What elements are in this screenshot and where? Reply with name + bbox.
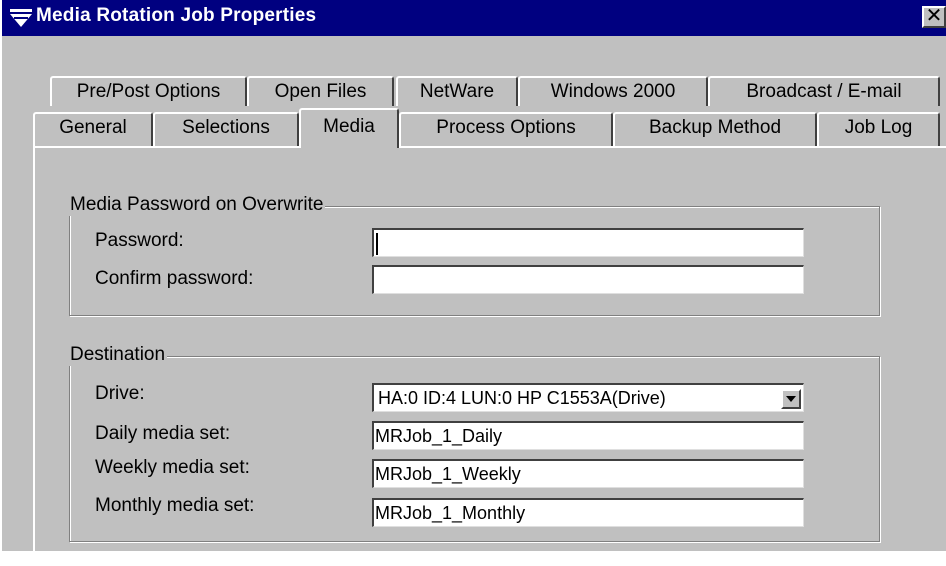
- tab-netware[interactable]: NetWare: [396, 76, 518, 106]
- tab-process-options[interactable]: Process Options: [399, 112, 613, 146]
- tab-label: Selections: [182, 117, 270, 138]
- chevron-down-icon: [786, 396, 796, 402]
- password-input[interactable]: [372, 228, 804, 257]
- close-button[interactable]: ✕: [922, 6, 946, 28]
- monthly-media-set-value: MRJob_1_Monthly: [375, 503, 526, 523]
- tab-label: Media: [323, 116, 375, 137]
- drive-select-value: HA:0 ID:4 LUN:0 HP C1553A(Drive): [378, 388, 666, 408]
- tab-label: General: [59, 117, 127, 138]
- tab-label: Backup Method: [648, 117, 782, 138]
- text-caret: [376, 233, 378, 255]
- password-label: Password:: [95, 230, 184, 251]
- weekly-media-set-label: Weekly media set:: [95, 457, 250, 478]
- weekly-media-set-value: MRJob_1_Weekly: [375, 464, 521, 484]
- daily-media-set-label: Daily media set:: [95, 423, 231, 444]
- daily-media-set-value: MRJob_1_Daily: [375, 426, 503, 446]
- tab-label: Windows 2000: [550, 81, 676, 102]
- confirm-password-label: Confirm password:: [95, 268, 254, 289]
- tab-label: Broadcast / E-mail: [746, 81, 902, 102]
- tab-media[interactable]: Media: [299, 108, 399, 148]
- password-group-legend: Media Password on Overwrite: [68, 194, 326, 216]
- monthly-media-set-label: Monthly media set:: [95, 495, 255, 516]
- tab-label: Pre/Post Options: [76, 81, 221, 102]
- tab-selections[interactable]: Selections: [153, 112, 299, 146]
- tab-open-files[interactable]: Open Files: [247, 76, 394, 106]
- drive-select[interactable]: HA:0 ID:4 LUN:0 HP C1553A(Drive): [372, 383, 804, 412]
- tab-label: NetWare: [419, 81, 495, 102]
- monthly-media-set-input[interactable]: MRJob_1_Monthly: [372, 498, 804, 527]
- tab-job-log[interactable]: Job Log: [817, 112, 940, 146]
- password-group: [69, 206, 880, 316]
- close-icon: ✕: [925, 5, 943, 27]
- window-title: Media Rotation Job Properties: [36, 5, 317, 26]
- confirm-password-input[interactable]: [372, 265, 804, 294]
- tab-label: Open Files: [274, 81, 367, 102]
- title-bar[interactable]: Media Rotation Job Properties ✕: [2, 0, 946, 36]
- destination-group-legend: Destination: [68, 344, 168, 366]
- properties-window: Media Rotation Job Properties ✕ Pre/Post…: [0, 0, 946, 566]
- tab-windows-2000[interactable]: Windows 2000: [518, 76, 708, 106]
- drive-label: Drive:: [95, 383, 145, 404]
- tab-general[interactable]: General: [33, 112, 153, 146]
- tab-label: Process Options: [436, 117, 576, 138]
- dropdown-button[interactable]: [781, 389, 801, 409]
- tab-label: Job Log: [844, 117, 913, 138]
- tab-broadcast-email[interactable]: Broadcast / E-mail: [708, 76, 940, 106]
- window-menu-icon[interactable]: [10, 8, 32, 28]
- daily-media-set-input[interactable]: MRJob_1_Daily: [372, 421, 804, 450]
- weekly-media-set-input[interactable]: MRJob_1_Weekly: [372, 459, 804, 488]
- tab-pre-post-options[interactable]: Pre/Post Options: [50, 76, 247, 106]
- tab-backup-method[interactable]: Backup Method: [613, 112, 817, 146]
